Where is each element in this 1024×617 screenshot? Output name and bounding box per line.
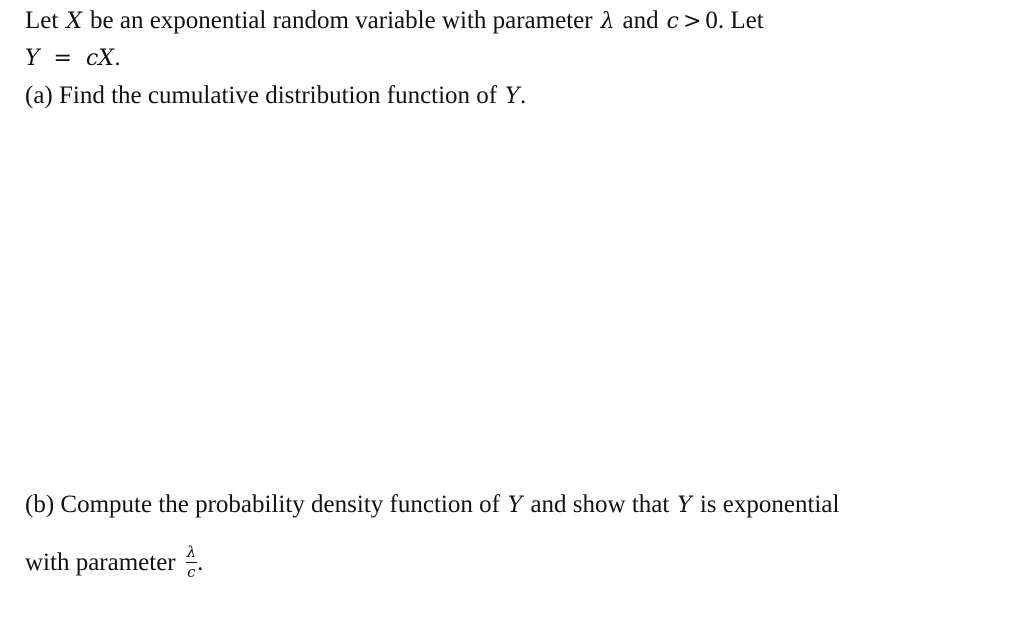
math-lambda: λ <box>600 9 615 34</box>
math-var-y: Y <box>505 84 520 109</box>
fraction-denominator: c <box>187 563 196 581</box>
math-var-c: c <box>666 9 679 34</box>
final-period: . <box>197 549 204 577</box>
fraction-lambda-over-c: λc <box>185 543 198 581</box>
math-var-y: Y <box>677 493 692 518</box>
math-var-x: X <box>66 9 82 34</box>
math-period: . <box>519 84 527 109</box>
math-gt: > <box>682 9 702 34</box>
part-b-parameter-line: with parameter λ c. <box>25 543 204 583</box>
intro-text-let: Let <box>25 7 59 34</box>
part-a-text: (a) Find the cumulative distribution fun… <box>25 82 498 109</box>
intro-text-zero-let: 0. Let <box>705 7 764 34</box>
intro-text-description: be an exponential random variable with p… <box>90 7 593 34</box>
math-equals: = <box>53 46 72 71</box>
math-period: . <box>113 46 121 71</box>
part-b-text-parameter: with parameter <box>25 549 176 577</box>
definition-line: Y = cX. <box>25 43 129 74</box>
intro-line: Let Xbe an exponential random variable wi… <box>25 6 764 37</box>
fraction-numerator: λ <box>186 543 197 561</box>
math-var-y: Y <box>507 493 523 518</box>
intro-text-and: and <box>622 7 659 34</box>
part-b-text: (b) Compute the probability density func… <box>25 491 500 518</box>
part-a-question: (a) Find the cumulative distribution fun… <box>25 81 535 112</box>
part-b-text-show: and show that <box>530 491 670 518</box>
part-b-text-exponential: is exponential <box>699 491 840 518</box>
math-cx: cX <box>85 46 114 71</box>
part-b-question: (b) Compute the probability density func… <box>25 490 839 521</box>
math-var-y: Y <box>25 46 40 71</box>
